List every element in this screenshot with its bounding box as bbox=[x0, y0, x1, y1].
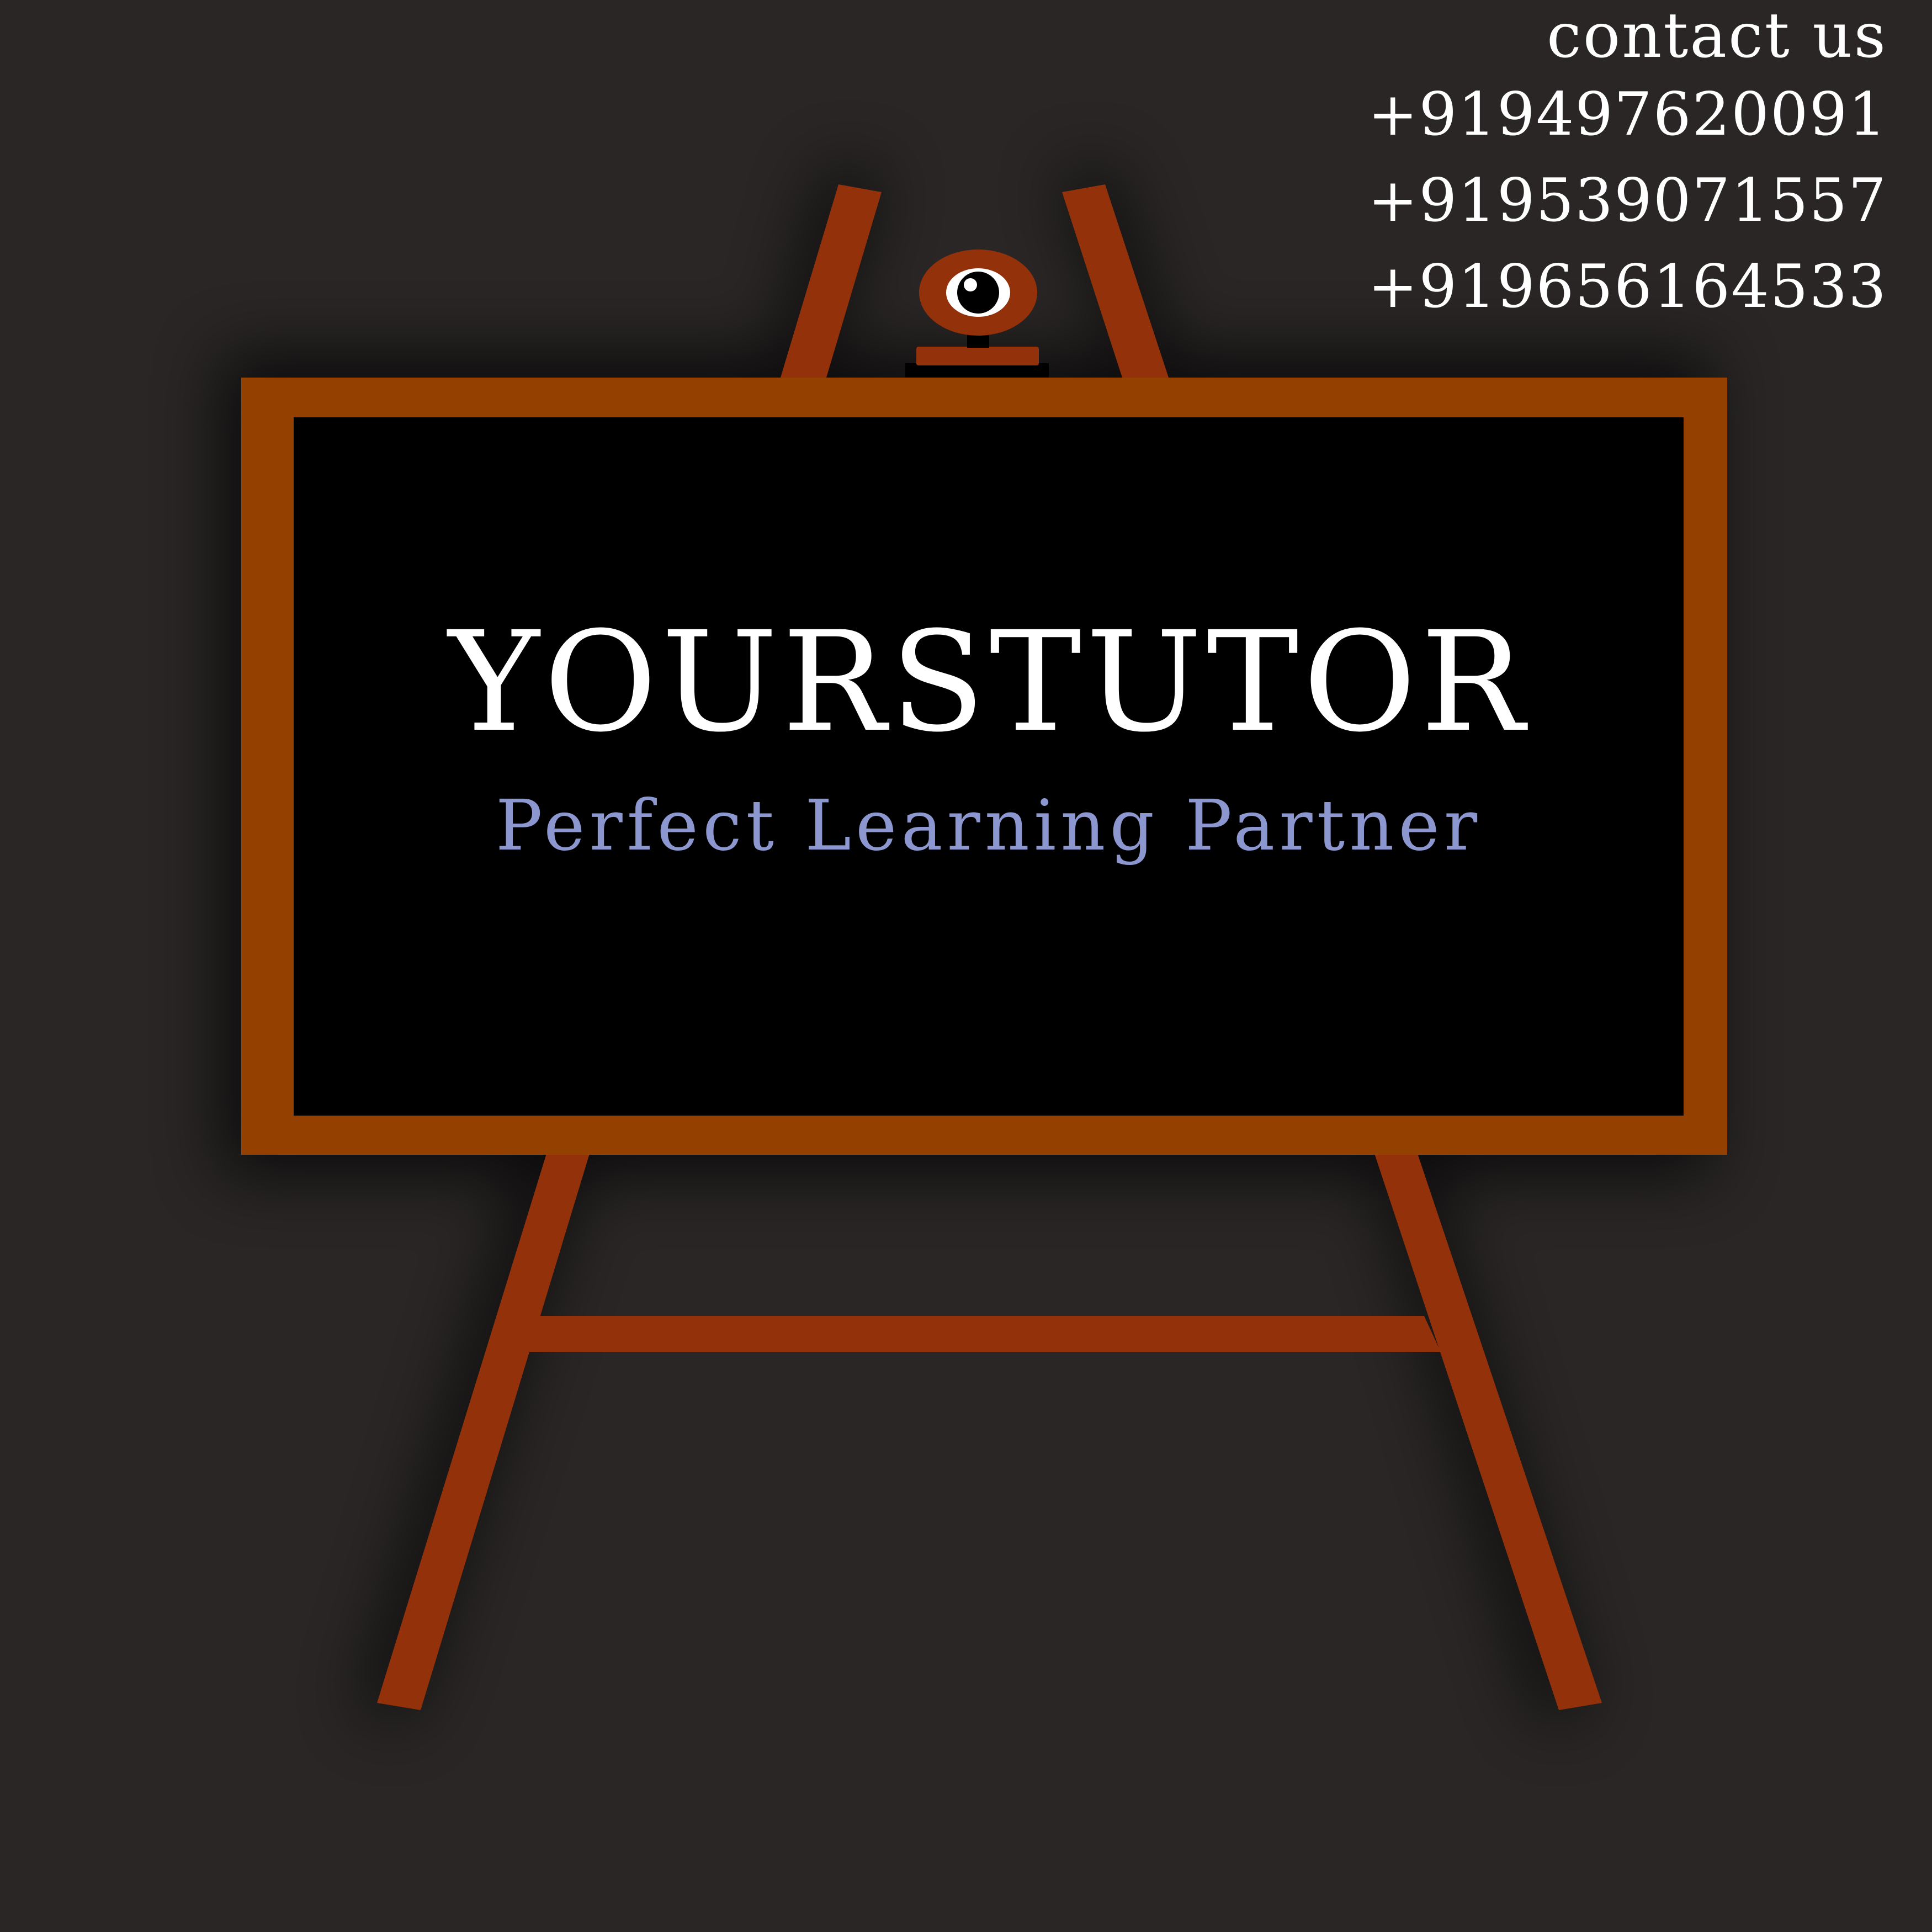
contact-phone-1: +919497620091 bbox=[1367, 80, 1887, 149]
easel-crossbar bbox=[524, 1316, 1441, 1352]
contact-panel: contact us +919497620091 +919539071557 +… bbox=[1114, 0, 1887, 330]
easel-front-leg-left bbox=[377, 1154, 590, 1710]
contact-phone-3: +919656164533 bbox=[1367, 252, 1887, 321]
contact-phone-2: +919539071557 bbox=[1367, 166, 1887, 235]
contact-heading: contact us bbox=[1546, 0, 1887, 72]
brand-tagline: Perfect Learning Partner bbox=[495, 785, 1482, 866]
webcam-icon bbox=[905, 250, 1049, 378]
easel-front-leg-right bbox=[1374, 1154, 1602, 1710]
brand-title: YOURSTUTOR bbox=[448, 602, 1529, 762]
board-text: YOURSTUTOR Perfect Learning Partner bbox=[294, 417, 1684, 1116]
easel-back-leg-left bbox=[781, 184, 882, 378]
